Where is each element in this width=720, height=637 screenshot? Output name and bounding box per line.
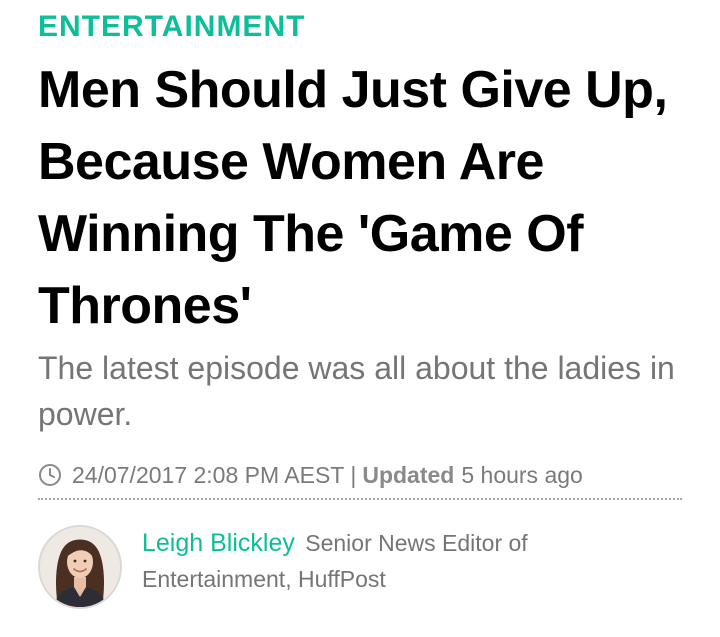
published-date: 24/07/2017 2:08 PM AEST	[72, 461, 345, 488]
author-avatar[interactable]	[38, 525, 122, 609]
updated-time: 5 hours ago	[461, 461, 583, 488]
section-label-entertainment[interactable]: ENTERTAINMENT	[38, 10, 305, 44]
author-name-link[interactable]: Leigh Blickley	[142, 529, 295, 557]
clock-icon	[38, 463, 62, 487]
timestamp-row: 24/07/2017 2:08 PM AEST | Updated 5 hour…	[38, 458, 583, 492]
article-headline: Men Should Just Give Up, Because Women A…	[38, 61, 668, 335]
byline-text: Leigh Blickley Senior News Editor of Ent…	[142, 525, 572, 597]
author-byline: Leigh Blickley Senior News Editor of Ent…	[38, 525, 698, 615]
timestamp-separator: |	[350, 461, 357, 488]
updated-label: Updated	[362, 461, 455, 488]
article-subheadline: The latest episode was all about the lad…	[38, 350, 675, 432]
byline-divider	[38, 498, 682, 500]
